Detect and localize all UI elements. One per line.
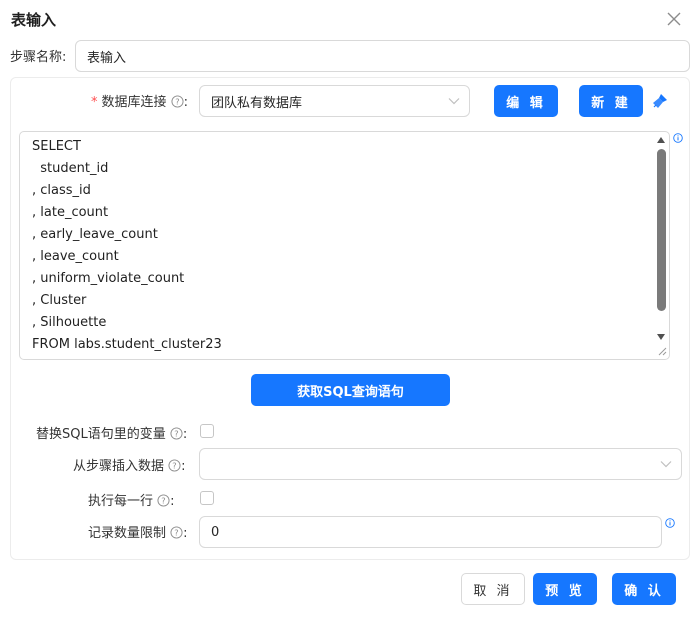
db-connection-value: 团队私有数据库 <box>211 95 303 111</box>
scroll-down-arrow-icon[interactable] <box>656 333 666 341</box>
chevron-down-icon <box>448 98 460 105</box>
replace-vars-label: 替换SQL语句里的变量 <box>36 427 166 442</box>
resize-handle-icon[interactable] <box>657 346 667 356</box>
preview-button[interactable]: 预 览 <box>533 573 597 605</box>
sql-line: , Silhouette <box>32 315 107 330</box>
svg-text:?: ? <box>175 96 179 106</box>
svg-text:?: ? <box>174 428 178 438</box>
db-connection-label: 数据库连接 <box>101 95 167 110</box>
sql-editor[interactable]: SELECT student_id , class_id , late_coun… <box>19 131 670 360</box>
insert-from-step-label-group: 从步骤插入数据 ?: <box>73 455 186 474</box>
edit-button[interactable]: 编 辑 <box>494 85 558 117</box>
required-mark: * <box>91 95 98 110</box>
scrollbar-thumb[interactable] <box>657 149 666 311</box>
step-name-value: 表输入 <box>87 50 127 66</box>
sql-line: , leave_count <box>32 249 119 264</box>
sql-line: FROM labs.student_cluster23 <box>32 337 222 352</box>
chevron-down-icon <box>660 461 672 468</box>
dialog-title: 表输入 <box>11 11 57 29</box>
confirm-button[interactable]: 确 认 <box>612 573 676 605</box>
replace-vars-label-group: 替换SQL语句里的变量 ?: <box>36 423 187 442</box>
execute-each-row-label-group: 执行每一行 ?: <box>88 490 175 509</box>
sql-line: SELECT <box>32 139 81 154</box>
db-connection-label-group: * 数据库连接 ?: <box>91 91 188 110</box>
insert-from-step-select[interactable] <box>199 448 682 480</box>
help-icon[interactable]: ? <box>168 459 181 472</box>
get-sql-button[interactable]: 获取SQL查询语句 <box>251 374 450 406</box>
execute-each-row-label: 执行每一行 <box>88 494 154 509</box>
insert-from-step-label: 从步骤插入数据 <box>73 459 165 474</box>
sql-line: , uniform_violate_count <box>32 271 185 286</box>
help-icon[interactable]: ? <box>171 95 184 108</box>
db-connection-select[interactable]: 团队私有数据库 <box>199 85 470 117</box>
new-button[interactable]: 新 建 <box>579 85 643 117</box>
info-icon[interactable] <box>673 133 683 143</box>
sql-line: student_id <box>32 161 109 176</box>
db-connection-colon: : <box>183 95 189 110</box>
scroll-up-arrow-icon[interactable] <box>656 136 666 144</box>
help-icon[interactable]: ? <box>170 427 183 440</box>
limit-label-group: 记录数量限制 ?: <box>88 522 188 541</box>
sql-line: , late_count <box>32 205 109 220</box>
execute-each-row-checkbox[interactable] <box>200 491 214 505</box>
sql-line: , Cluster <box>32 293 87 308</box>
limit-value: 0 <box>211 524 220 540</box>
limit-input[interactable]: 0 <box>199 516 662 548</box>
close-icon[interactable] <box>664 9 684 29</box>
cancel-button[interactable]: 取 消 <box>461 573 525 605</box>
replace-vars-colon: : <box>182 427 188 442</box>
help-icon[interactable]: ? <box>157 494 170 507</box>
sql-line: , class_id <box>32 183 91 198</box>
step-name-input[interactable]: 表输入 <box>75 40 690 72</box>
info-icon[interactable] <box>665 518 675 528</box>
step-name-label: 步骤名称: <box>10 50 67 65</box>
sql-line: , early_leave_count <box>32 227 158 242</box>
svg-text:?: ? <box>174 527 178 537</box>
limit-label: 记录数量限制 <box>88 526 167 541</box>
insert-from-step-colon: : <box>181 459 186 474</box>
svg-text:?: ? <box>172 460 176 470</box>
limit-colon: : <box>183 526 188 541</box>
clear-icon[interactable] <box>652 93 668 109</box>
replace-vars-checkbox[interactable] <box>200 424 214 438</box>
help-icon[interactable]: ? <box>170 526 183 539</box>
svg-text:?: ? <box>161 495 165 505</box>
execute-each-row-colon: : <box>170 494 175 509</box>
